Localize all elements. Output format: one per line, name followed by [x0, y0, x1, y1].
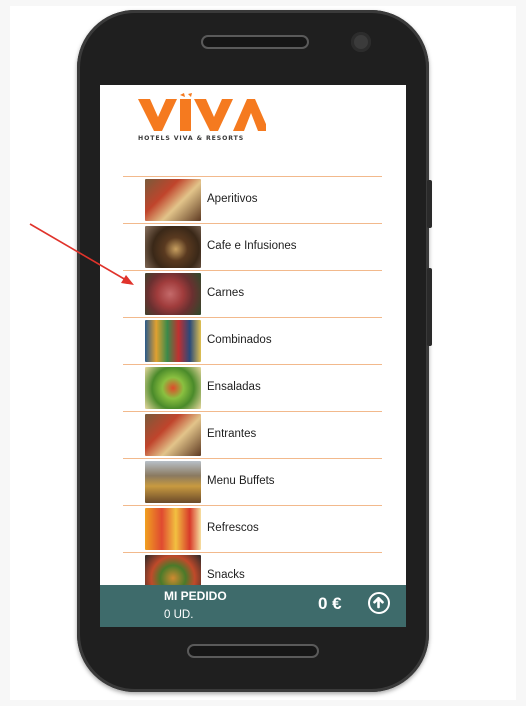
front-camera	[351, 32, 371, 52]
salad-photo-icon	[145, 367, 201, 409]
menu-item-label: Refrescos	[207, 522, 259, 534]
order-title: MI PEDIDO	[164, 589, 227, 603]
phone-device: HOTELS VIVA & RESORTS Aperitivos Cafe e …	[77, 10, 432, 692]
order-units: 0 UD.	[164, 609, 194, 621]
appetizers-photo-icon	[145, 179, 201, 221]
menu-item-carnes[interactable]: Carnes	[123, 270, 382, 317]
bottom-speaker	[187, 644, 319, 658]
menu-item-label: Snacks	[207, 569, 245, 581]
order-footer: MI PEDIDO 0 UD. 0 €	[100, 585, 406, 627]
view-order-button[interactable]	[368, 592, 390, 614]
menu-item-label: Cafe e Infusiones	[207, 240, 297, 252]
power-button	[427, 180, 432, 228]
logo-tagline: HOTELS VIVA & RESORTS	[138, 135, 244, 142]
menu-item-menu-buffets[interactable]: Menu Buffets	[123, 458, 382, 505]
menu-item-label: Aperitivos	[207, 193, 258, 205]
menu-item-entrantes[interactable]: Entrantes	[123, 411, 382, 458]
menu-item-combinados[interactable]: Combinados	[123, 317, 382, 364]
starters-photo-icon	[145, 414, 201, 456]
app-screen: HOTELS VIVA & RESORTS Aperitivos Cafe e …	[100, 85, 406, 627]
soft-drinks-photo-icon	[145, 508, 201, 550]
menu-item-label: Entrantes	[207, 428, 257, 440]
menu-item-label: Combinados	[207, 334, 272, 346]
menu-item-label: Ensaladas	[207, 381, 261, 393]
menu-item-ensaladas[interactable]: Ensaladas	[123, 364, 382, 411]
category-list: Aperitivos Cafe e Infusiones Carnes Comb…	[123, 176, 382, 599]
cocktails-photo-icon	[145, 320, 201, 362]
menu-item-refrescos[interactable]: Refrescos	[123, 505, 382, 552]
menu-item-label: Carnes	[207, 287, 245, 299]
menu-item-cafe[interactable]: Cafe e Infusiones	[123, 223, 382, 270]
menu-item-label: Menu Buffets	[207, 475, 275, 487]
order-total: 0 €	[318, 594, 342, 613]
earpiece-speaker	[201, 35, 309, 49]
meat-photo-icon	[145, 273, 201, 315]
viva-logo: HOTELS VIVA & RESORTS	[138, 93, 266, 142]
buffet-photo-icon	[145, 461, 201, 503]
volume-button	[427, 268, 432, 346]
arrow-up-circle-icon	[373, 596, 384, 609]
coffee-photo-icon	[145, 226, 201, 268]
menu-item-aperitivos[interactable]: Aperitivos	[123, 176, 382, 223]
